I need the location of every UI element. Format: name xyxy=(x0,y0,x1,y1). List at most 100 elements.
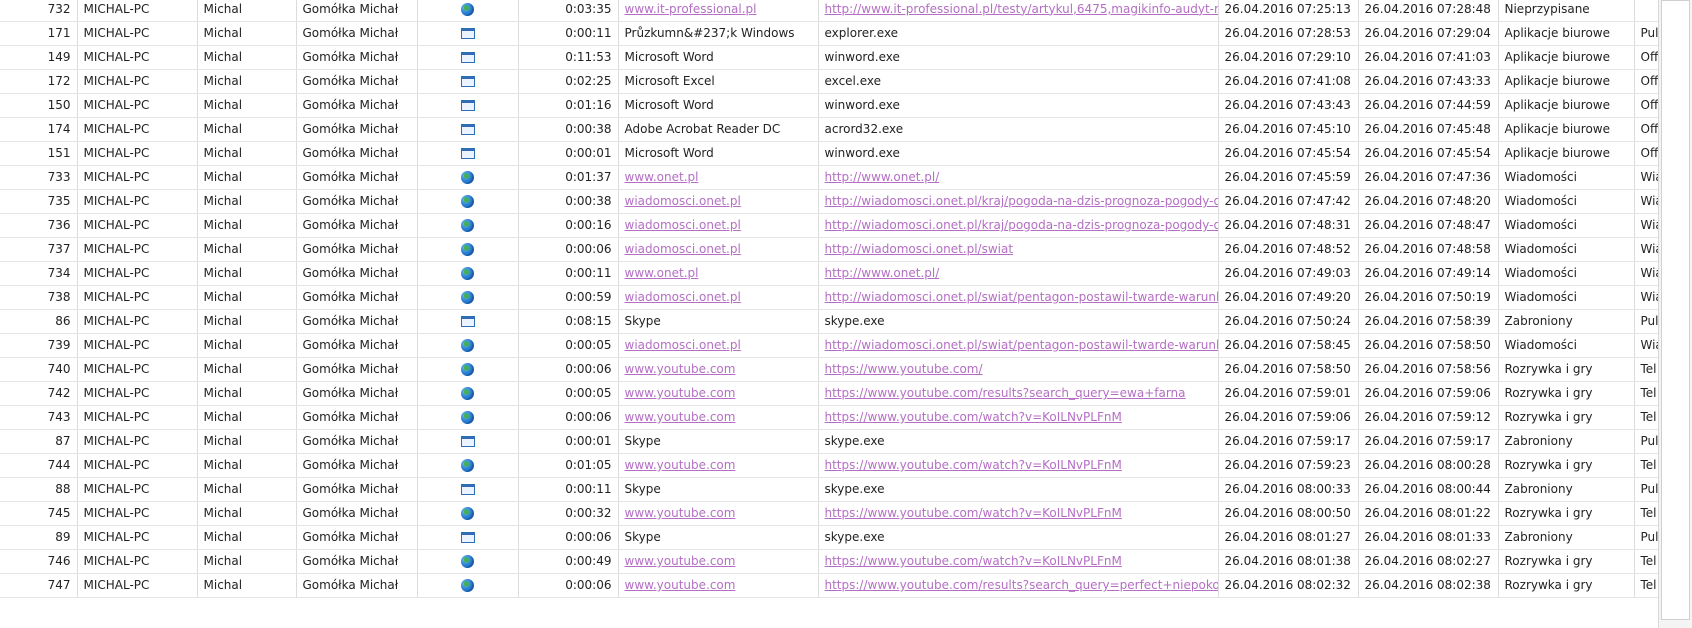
cell-duration: 0:01:37 xyxy=(518,165,619,190)
table-row[interactable]: 744 MICHAL-PC Michal Gomółka Michał 0:01:05 w… xyxy=(0,453,1658,478)
url-link[interactable]: https://www.youtube.com/watch?v=KoILNvPL… xyxy=(825,506,1122,520)
cell-user: Michal xyxy=(197,189,297,214)
site-link[interactable]: www.youtube.com xyxy=(625,362,736,376)
table-row[interactable]: 88 MICHAL-PC Michal Gomółka Michał 0:00:11 Sk… xyxy=(0,477,1658,502)
cell-title: Adobe Acrobat Reader DC xyxy=(618,117,819,142)
cell-start-time: 26.04.2016 07:59:06 xyxy=(1218,405,1359,430)
site-link[interactable]: www.youtube.com xyxy=(625,458,736,472)
cell-end-time: 26.04.2016 07:58:50 xyxy=(1358,333,1499,358)
site-link[interactable]: www.youtube.com xyxy=(625,410,736,424)
site-link[interactable]: wiadomosci.onet.pl xyxy=(625,242,741,256)
table-row[interactable]: 737 MICHAL-PC Michal Gomółka Michał 0:00:06 w… xyxy=(0,237,1658,262)
table-row[interactable]: 736 MICHAL-PC Michal Gomółka Michał 0:00:16 w… xyxy=(0,213,1658,238)
cell-start-time: 26.04.2016 07:49:03 xyxy=(1218,261,1359,286)
table-row[interactable]: 174 MICHAL-PC Michal Gomółka Michał 0:00:38 A… xyxy=(0,117,1658,142)
url-link[interactable]: http://wiadomosci.onet.pl/swiat xyxy=(825,242,1014,256)
url-link[interactable]: http://wiadomosci.onet.pl/swiat/pentagon… xyxy=(825,290,1218,304)
url-link[interactable]: http://wiadomosci.onet.pl/kraj/pogoda-na… xyxy=(825,194,1218,208)
scrollbar-thumb[interactable] xyxy=(1661,0,1690,620)
url-link[interactable]: https://www.youtube.com/results?search_q… xyxy=(825,578,1218,592)
cell-type-icon xyxy=(417,453,519,478)
application-window-icon xyxy=(460,52,475,63)
table-row[interactable]: 89 MICHAL-PC Michal Gomółka Michał 0:00:06 Sk… xyxy=(0,525,1658,550)
table-row[interactable]: 734 MICHAL-PC Michal Gomółka Michał 0:00:11 w… xyxy=(0,261,1658,286)
table-row[interactable]: 743 MICHAL-PC Michal Gomółka Michał 0:00:06 w… xyxy=(0,405,1658,430)
site-link[interactable]: wiadomosci.onet.pl xyxy=(625,218,741,232)
url-link[interactable]: https://www.youtube.com/ xyxy=(825,362,983,376)
cell-title: Skype xyxy=(618,429,819,454)
cell-detail: https://www.youtube.com/watch?v=KoILNvPL… xyxy=(818,549,1219,574)
cell-detail: acrord32.exe xyxy=(818,117,1219,142)
url-link[interactable]: http://www.onet.pl/ xyxy=(825,266,940,280)
table-row[interactable]: 151 MICHAL-PC Michal Gomółka Michał 0:00:01 M… xyxy=(0,141,1658,166)
cell-start-time: 26.04.2016 08:01:27 xyxy=(1218,525,1359,550)
cell-end-time: 26.04.2016 07:45:48 xyxy=(1358,117,1499,142)
cell-computer: MICHAL-PC xyxy=(77,549,198,574)
url-link[interactable]: https://www.youtube.com/watch?v=KoILNvPL… xyxy=(825,554,1122,568)
application-window-icon xyxy=(460,316,475,327)
url-link[interactable]: https://www.youtube.com/watch?v=KoILNvPL… xyxy=(825,458,1122,472)
site-link[interactable]: wiadomosci.onet.pl xyxy=(625,338,741,352)
cell-duration: 0:08:15 xyxy=(518,309,619,334)
cell-id: 740 xyxy=(0,357,78,382)
cell-group: Tel xyxy=(1634,573,1658,598)
cell-id: 738 xyxy=(0,285,78,310)
table-row[interactable]: 149 MICHAL-PC Michal Gomółka Michał 0:11:53 M… xyxy=(0,45,1658,70)
table-row[interactable]: 745 MICHAL-PC Michal Gomółka Michał 0:00:32 w… xyxy=(0,501,1658,526)
table-row[interactable]: 742 MICHAL-PC Michal Gomółka Michał 0:00:05 w… xyxy=(0,381,1658,406)
cell-category: Wiadomości xyxy=(1498,213,1635,238)
url-link[interactable]: http://www.it-professional.pl/testy/arty… xyxy=(825,2,1218,16)
site-link[interactable]: www.youtube.com xyxy=(625,554,736,568)
cell-user: Michal xyxy=(197,285,297,310)
vertical-scrollbar[interactable] xyxy=(1658,0,1692,628)
globe-icon xyxy=(461,363,474,376)
cell-category: Aplikacje biurowe xyxy=(1498,141,1635,166)
url-link[interactable]: http://wiadomosci.onet.pl/kraj/pogoda-na… xyxy=(825,218,1218,232)
site-link[interactable]: www.youtube.com xyxy=(625,506,736,520)
site-link[interactable]: www.onet.pl xyxy=(625,266,699,280)
table-row[interactable]: 86 MICHAL-PC Michal Gomółka Michał 0:08:15 Sk… xyxy=(0,309,1658,334)
cell-user: Michal xyxy=(197,453,297,478)
cell-title: Skype xyxy=(618,309,819,334)
site-link[interactable]: www.youtube.com xyxy=(625,578,736,592)
cell-user: Michal xyxy=(197,69,297,94)
table-row[interactable]: 740 MICHAL-PC Michal Gomółka Michał 0:00:06 w… xyxy=(0,357,1658,382)
cell-computer: MICHAL-PC xyxy=(77,93,198,118)
table-row[interactable]: 747 MICHAL-PC Michal Gomółka Michał 0:00:06 w… xyxy=(0,573,1658,598)
url-link[interactable]: http://wiadomosci.onet.pl/swiat/pentagon… xyxy=(825,338,1218,352)
cell-category: Zabroniony xyxy=(1498,429,1635,454)
cell-start-time: 26.04.2016 07:59:01 xyxy=(1218,381,1359,406)
url-link[interactable]: http://www.onet.pl/ xyxy=(825,170,940,184)
table-row[interactable]: 150 MICHAL-PC Michal Gomółka Michał 0:01:16 M… xyxy=(0,93,1658,118)
cell-start-time: 26.04.2016 07:59:17 xyxy=(1218,429,1359,454)
cell-employee-name: Gomółka Michał xyxy=(296,69,418,94)
table-row[interactable]: 735 MICHAL-PC Michal Gomółka Michał 0:00:38 w… xyxy=(0,189,1658,214)
site-link[interactable]: wiadomosci.onet.pl xyxy=(625,194,741,208)
cell-duration: 0:00:16 xyxy=(518,213,619,238)
table-row[interactable]: 87 MICHAL-PC Michal Gomółka Michał 0:00:01 Sk… xyxy=(0,429,1658,454)
table-row[interactable]: 172 MICHAL-PC Michal Gomółka Michał 0:02:25 M… xyxy=(0,69,1658,94)
table-row[interactable]: 746 MICHAL-PC Michal Gomółka Michał 0:00:49 w… xyxy=(0,549,1658,574)
cell-computer: MICHAL-PC xyxy=(77,477,198,502)
cell-detail: http://www.it-professional.pl/testy/arty… xyxy=(818,0,1219,22)
url-link[interactable]: https://www.youtube.com/results?search_q… xyxy=(825,386,1186,400)
cell-employee-name: Gomółka Michał xyxy=(296,261,418,286)
cell-title: www.onet.pl xyxy=(618,261,819,286)
cell-detail: skype.exe xyxy=(818,525,1219,550)
table-row[interactable]: 733 MICHAL-PC Michal Gomółka Michał 0:01:37 w… xyxy=(0,165,1658,190)
table-row[interactable]: 738 MICHAL-PC Michal Gomółka Michał 0:00:59 w… xyxy=(0,285,1658,310)
site-link[interactable]: www.it-professional.pl xyxy=(625,2,757,16)
site-link[interactable]: www.youtube.com xyxy=(625,386,736,400)
cell-detail: winword.exe xyxy=(818,45,1219,70)
url-link[interactable]: https://www.youtube.com/watch?v=KoILNvPL… xyxy=(825,410,1122,424)
cell-computer: MICHAL-PC xyxy=(77,165,198,190)
cell-employee-name: Gomółka Michał xyxy=(296,165,418,190)
site-link[interactable]: wiadomosci.onet.pl xyxy=(625,290,741,304)
table-row[interactable]: 739 MICHAL-PC Michal Gomółka Michał 0:00:05 w… xyxy=(0,333,1658,358)
cell-group: Tel xyxy=(1634,501,1658,526)
table-row[interactable]: 171 MICHAL-PC Michal Gomółka Michał 0:00:11 P… xyxy=(0,21,1658,46)
cell-start-time: 26.04.2016 07:48:31 xyxy=(1218,213,1359,238)
cell-end-time: 26.04.2016 07:28:48 xyxy=(1358,0,1499,22)
table-row[interactable]: 732 MICHAL-PC Michal Gomółka Michał 0:03:35 w… xyxy=(0,0,1658,22)
site-link[interactable]: www.onet.pl xyxy=(625,170,699,184)
